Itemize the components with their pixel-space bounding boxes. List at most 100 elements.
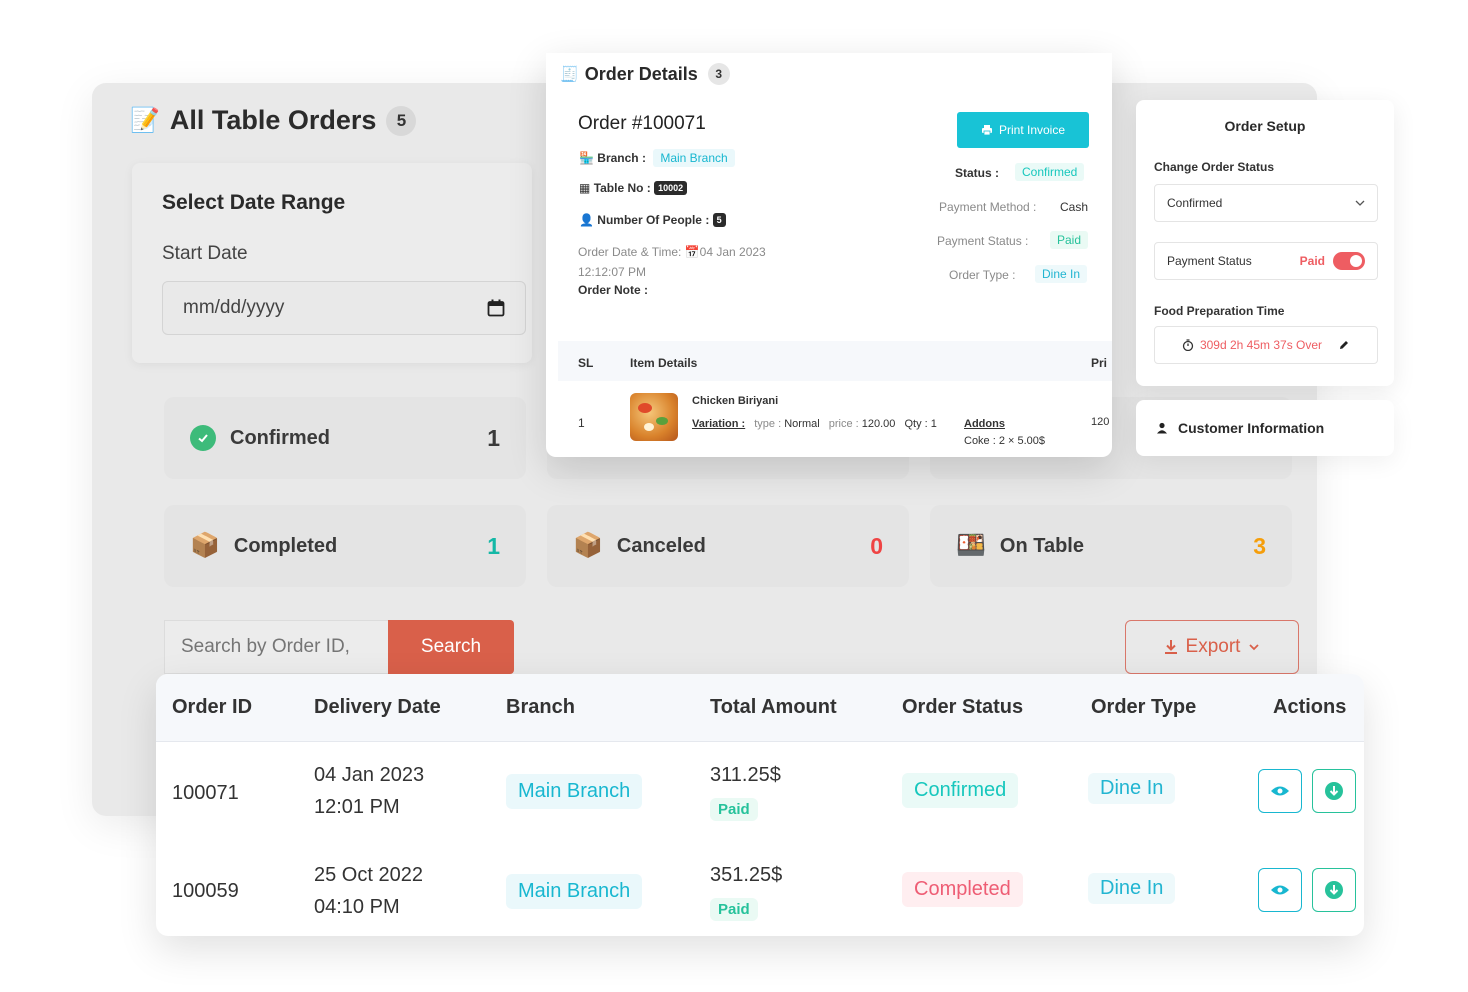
stat-label: Canceled xyxy=(616,534,706,557)
stat-card-canceled[interactable]: 📦 Canceled 0 xyxy=(547,505,909,587)
view-button[interactable] xyxy=(1258,868,1302,912)
canceled-box-icon: 📦 xyxy=(573,532,603,559)
item-thumbnail xyxy=(630,393,678,441)
stat-card-completed[interactable]: 📦 Completed 1 xyxy=(164,505,526,587)
stat-label: Confirmed xyxy=(230,426,330,449)
payment-method-label: Payment Method : xyxy=(939,200,1037,214)
total-amount: 311.25$ xyxy=(710,764,781,786)
order-id: 100071 xyxy=(172,782,239,804)
pencil-icon[interactable] xyxy=(1338,339,1350,351)
type-value: Normal xyxy=(784,418,820,430)
chevron-down-icon xyxy=(1355,200,1365,206)
start-date-placeholder: mm/dd/yyyy xyxy=(183,297,285,318)
receipt-icon: 🧾 xyxy=(560,66,579,83)
export-button[interactable]: Export xyxy=(1125,620,1299,674)
item-variation-row: Variation : type : Normal price : 120.00… xyxy=(692,418,937,430)
order-details-title: Order Details xyxy=(584,63,698,84)
table-row[interactable]: 100071 04 Jan 2023 12:01 PM Main Branch … xyxy=(156,742,1364,840)
download-circle-icon xyxy=(1325,782,1343,800)
order-details-count: 3 xyxy=(707,63,730,85)
payment-badge: Paid xyxy=(710,798,758,821)
user-icon xyxy=(1157,422,1167,434)
download-button[interactable] xyxy=(1312,868,1356,912)
eye-icon xyxy=(1271,786,1289,796)
customer-information-title: Customer Information xyxy=(1178,420,1325,436)
datetime-time: 12:12:07 PM xyxy=(578,265,647,279)
qty-label: Qty : xyxy=(904,418,928,430)
column-header: Actions xyxy=(1273,696,1347,718)
delivery-time: 04:10 PM xyxy=(314,896,400,918)
change-status-label: Change Order Status xyxy=(1154,160,1275,174)
table-row-info: ▦ Table No : 10002 xyxy=(579,181,688,195)
order-type-badge: Dine In xyxy=(1035,265,1088,283)
payment-status-toggle[interactable] xyxy=(1333,252,1365,270)
prep-time-label: Food Preparation Time xyxy=(1154,304,1285,318)
food-tray-icon: 🍱 xyxy=(956,532,986,559)
column-header: SL xyxy=(578,356,594,370)
package-icon: 📦 xyxy=(190,532,220,559)
variation-label: Variation : xyxy=(692,418,746,430)
timer-icon xyxy=(1182,339,1194,351)
calendar-icon[interactable] xyxy=(487,299,505,317)
price-label: price : xyxy=(828,418,859,430)
order-status-select[interactable]: Confirmed xyxy=(1154,184,1378,222)
status-label: Status : xyxy=(955,166,1000,180)
item-line-price: 120 xyxy=(1091,416,1110,428)
order-setup-title: Order Setup xyxy=(1224,118,1306,134)
payment-status-badge: Paid xyxy=(1050,231,1089,249)
print-invoice-button[interactable]: Print Invoice xyxy=(957,112,1089,148)
export-label: Export xyxy=(1185,636,1241,657)
download-button[interactable] xyxy=(1312,769,1356,813)
eye-icon xyxy=(1271,885,1289,895)
payment-method-value: Cash xyxy=(1060,200,1089,214)
order-type-badge: Dine In xyxy=(1088,773,1176,804)
status-badge: Completed xyxy=(902,872,1023,907)
stat-label: Completed xyxy=(233,534,338,557)
chevron-down-icon xyxy=(1249,644,1260,651)
column-header: Branch xyxy=(506,696,575,718)
delivery-time: 12:01 PM xyxy=(314,796,400,818)
order-setup-card: Order Setup Change Order Status Confirme… xyxy=(1136,100,1394,386)
order-id: 100059 xyxy=(172,880,239,902)
column-header: Order Status xyxy=(902,696,1024,718)
people-row: 👤 Number Of People : 5 xyxy=(579,213,726,227)
payment-status-label: Payment Status : xyxy=(937,234,1029,248)
table-header: Order ID Delivery Date Branch Total Amou… xyxy=(156,674,1364,742)
start-date-input[interactable]: mm/dd/yyyy xyxy=(162,281,526,335)
payment-badge: Paid xyxy=(710,898,758,921)
search-button[interactable]: Search xyxy=(388,620,514,674)
people-label: Number Of People : xyxy=(597,213,710,227)
stat-card-on-table[interactable]: 🍱 On Table 3 xyxy=(930,505,1292,587)
stat-card-confirmed[interactable]: Confirmed 1 xyxy=(164,397,526,479)
search-input[interactable] xyxy=(164,620,388,674)
clipboard-icon: 📝 xyxy=(130,106,160,134)
table-label: Table No : xyxy=(593,181,651,195)
branch-badge: Main Branch xyxy=(506,774,643,809)
prep-time-value: 309d 2h 45m 37s Over xyxy=(1199,338,1323,352)
price-value: 120.00 xyxy=(861,418,896,430)
date-range-heading: Select Date Range xyxy=(162,191,346,214)
branch-badge: Main Branch xyxy=(506,874,643,909)
stat-value: 1 xyxy=(487,424,500,451)
order-count-badge: 5 xyxy=(386,105,417,136)
delivery-date: 25 Oct 2022 xyxy=(314,864,423,886)
column-header: Order ID xyxy=(172,696,253,718)
view-button[interactable] xyxy=(1258,769,1302,813)
download-icon xyxy=(1164,640,1177,654)
column-header: Total Amount xyxy=(710,696,837,718)
orders-table: Order ID Delivery Date Branch Total Amou… xyxy=(156,674,1364,936)
column-header: Pri xyxy=(1091,356,1108,370)
stat-value: 1 xyxy=(487,532,500,559)
table-row[interactable]: 100059 25 Oct 2022 04:10 PM Main Branch … xyxy=(156,842,1364,936)
qty-value: 1 xyxy=(930,418,937,430)
download-circle-icon xyxy=(1325,881,1343,899)
user-icon: 👤 xyxy=(579,213,594,227)
stat-value: 3 xyxy=(1253,532,1266,559)
payment-status-toggle-row: Payment Status Paid xyxy=(1154,242,1378,280)
people-count-tag: 5 xyxy=(712,213,726,227)
addon-line: Coke : 2 × 5.00$ xyxy=(964,435,1046,447)
item-sl: 1 xyxy=(578,416,585,430)
check-circle-icon xyxy=(190,425,216,451)
branch-label: Branch : xyxy=(597,151,646,165)
customer-information-card[interactable]: Customer Information xyxy=(1136,400,1394,456)
